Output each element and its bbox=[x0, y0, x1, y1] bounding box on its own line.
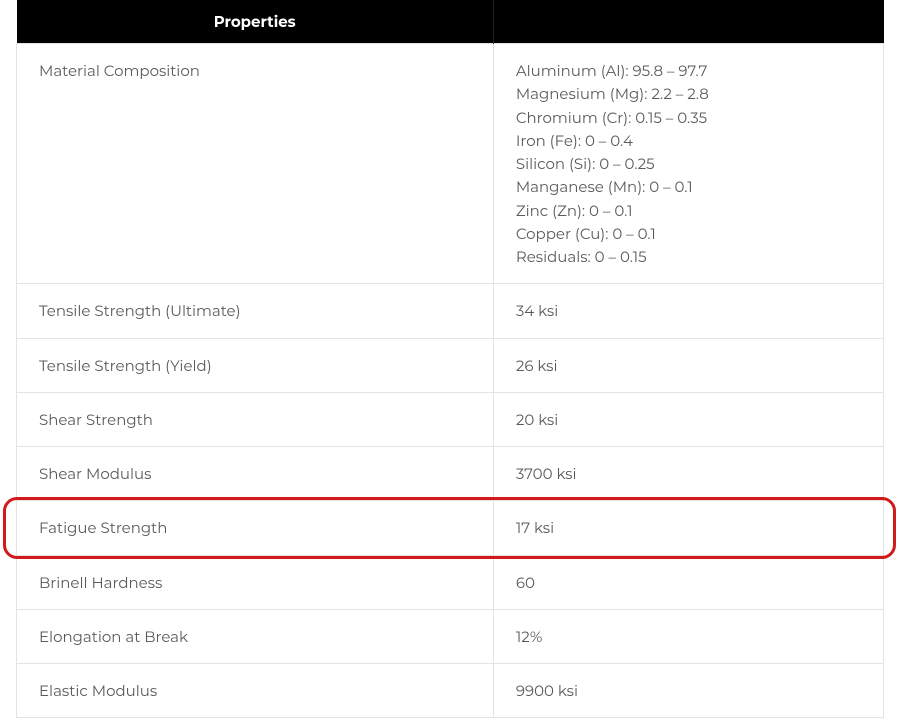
properties-table: Properties Material CompositionAluminum … bbox=[16, 0, 884, 718]
property-value: 3700 ksi bbox=[493, 447, 883, 501]
property-label: Material Composition bbox=[17, 44, 494, 284]
composition-line: Copper (Cu): 0 – 0.1 bbox=[516, 224, 656, 243]
property-value: Aluminum (Al): 95.8 – 97.7 Magnesium (Mg)… bbox=[493, 44, 883, 284]
property-value: 20 ksi bbox=[493, 392, 883, 446]
composition-line: Zinc (Zn): 0 – 0.1 bbox=[516, 201, 633, 220]
table-row: Elastic Modulus9900 ksi bbox=[17, 664, 884, 718]
property-label: Elongation at Break bbox=[17, 609, 494, 663]
composition-line: Manganese (Mn): 0 – 0.1 bbox=[516, 177, 693, 196]
table-row: Material CompositionAluminum (Al): 95.8 … bbox=[17, 44, 884, 284]
table-row: Tensile Strength (Ultimate)34 ksi bbox=[17, 284, 884, 338]
composition-line: Aluminum (Al): 95.8 – 97.7 bbox=[516, 61, 707, 80]
table-header-right bbox=[493, 0, 883, 44]
table-row: Elongation at Break12% bbox=[17, 609, 884, 663]
composition-line: Residuals: 0 – 0.15 bbox=[516, 247, 647, 266]
table-header-left: Properties bbox=[17, 0, 494, 44]
table-row: Fatigue Strength17 ksi bbox=[17, 501, 884, 555]
property-value: 9900 ksi bbox=[493, 664, 883, 718]
property-label: Elastic Modulus bbox=[17, 664, 494, 718]
composition-line: Silicon (Si): 0 – 0.25 bbox=[516, 154, 655, 173]
composition-line: Chromium (Cr): 0.15 – 0.35 bbox=[516, 108, 707, 127]
property-label: Fatigue Strength bbox=[17, 501, 494, 555]
table-row: Shear Strength20 ksi bbox=[17, 392, 884, 446]
properties-container: Properties Material CompositionAluminum … bbox=[0, 0, 900, 718]
property-label: Tensile Strength (Yield) bbox=[17, 338, 494, 392]
property-label: Tensile Strength (Ultimate) bbox=[17, 284, 494, 338]
property-value: 17 ksi bbox=[493, 501, 883, 555]
property-value: 12% bbox=[493, 609, 883, 663]
property-label: Shear Strength bbox=[17, 392, 494, 446]
table-row: Brinell Hardness60 bbox=[17, 555, 884, 609]
table-wrap: Properties Material CompositionAluminum … bbox=[0, 0, 900, 718]
composition-line: Iron (Fe): 0 – 0.4 bbox=[516, 131, 633, 150]
composition-line: Magnesium (Mg): 2.2 – 2.8 bbox=[516, 84, 709, 103]
table-row: Tensile Strength (Yield)26 ksi bbox=[17, 338, 884, 392]
property-label: Brinell Hardness bbox=[17, 555, 494, 609]
property-label: Shear Modulus bbox=[17, 447, 494, 501]
property-value: 34 ksi bbox=[493, 284, 883, 338]
table-row: Shear Modulus3700 ksi bbox=[17, 447, 884, 501]
property-value: 60 bbox=[493, 555, 883, 609]
property-value: 26 ksi bbox=[493, 338, 883, 392]
